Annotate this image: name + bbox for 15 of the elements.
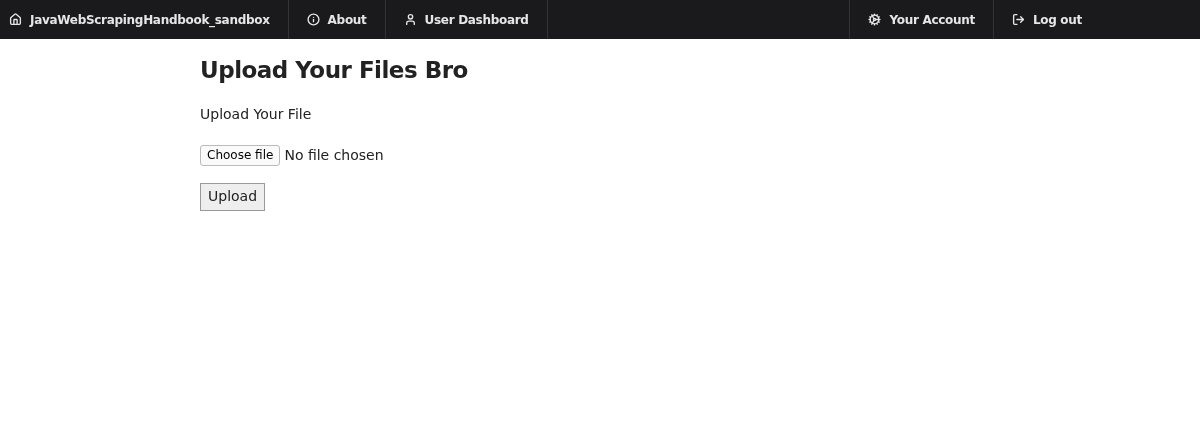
choose-file-button[interactable]: Choose file xyxy=(200,144,281,166)
gear-icon xyxy=(868,13,882,26)
nav-link[interactable]: Your Account xyxy=(849,0,993,39)
home-icon xyxy=(9,13,22,26)
nav-link[interactable]: About xyxy=(288,0,386,39)
upload-button[interactable]: Upload xyxy=(200,182,266,211)
user-icon xyxy=(403,13,417,26)
form-label: Upload Your File xyxy=(200,104,313,124)
nav-link[interactable]: User Dashboard xyxy=(385,0,548,39)
nav-link[interactable]: Log out xyxy=(992,0,1100,39)
file-status: No file chosen xyxy=(284,145,384,165)
nav-link[interactable]: JavaWebScrapingHandbook_sandbox xyxy=(0,0,289,39)
page-title: Upload Your Files Bro xyxy=(200,56,469,85)
logout-icon xyxy=(1011,13,1025,26)
info-icon xyxy=(306,13,320,26)
